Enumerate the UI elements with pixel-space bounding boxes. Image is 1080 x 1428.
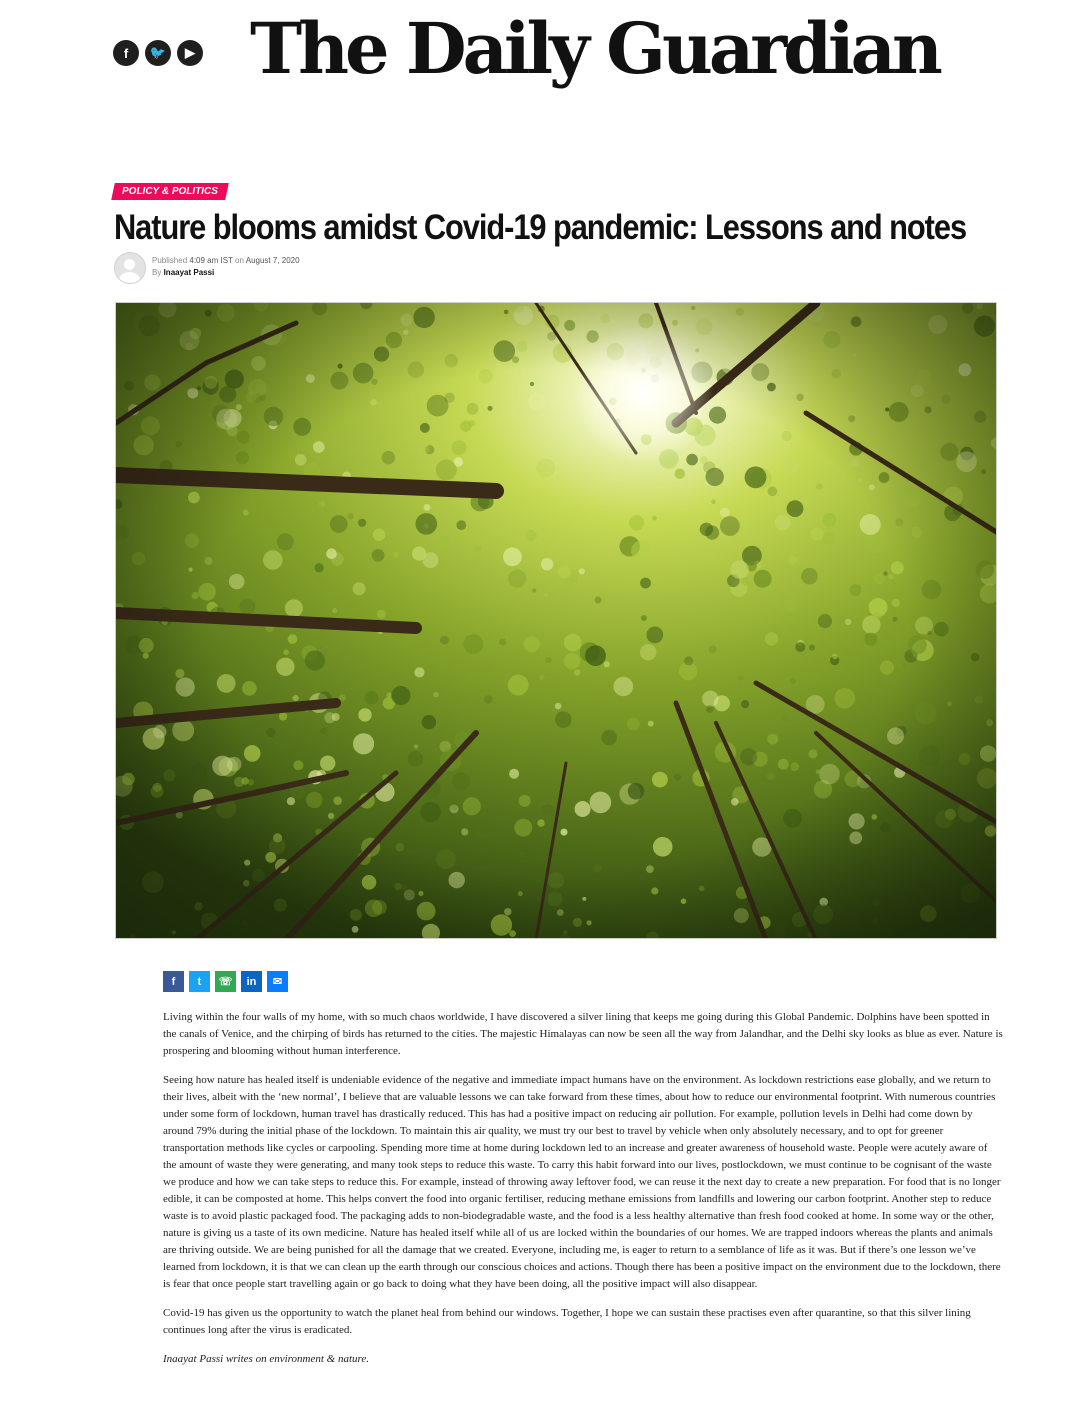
author-avatar[interactable] — [114, 252, 146, 284]
article-title: Nature blooms amidst Covid-19 pandemic: … — [114, 208, 967, 247]
share-buttons: f t ☏ in ✉ — [163, 971, 288, 992]
messenger-share-icon[interactable]: ✉ — [267, 971, 288, 992]
publish-date: August 7, 2020 — [245, 256, 300, 265]
twitter-icon[interactable]: 🐦 — [145, 40, 171, 66]
twitter-share-icon[interactable]: t — [189, 971, 210, 992]
article-body: Living within the four walls of my home,… — [163, 1009, 1003, 1380]
author-line: By Inaayat Passi — [152, 268, 215, 277]
linkedin-share-icon[interactable]: in — [241, 971, 262, 992]
site-logo[interactable]: The Daily Guardian — [250, 4, 943, 94]
facebook-share-icon[interactable]: f — [163, 971, 184, 992]
article-meta: Published 4:09 am IST on August 7, 2020 … — [152, 255, 300, 279]
header-social-links: f 🐦 ▶ — [113, 40, 203, 66]
facebook-icon[interactable]: f — [113, 40, 139, 66]
whatsapp-share-icon[interactable]: ☏ — [215, 971, 236, 992]
paragraph: Covid-19 has given us the opportunity to… — [163, 1307, 971, 1336]
youtube-icon[interactable]: ▶ — [177, 40, 203, 66]
hero-image — [115, 302, 997, 939]
publish-time: 4:09 am IST — [189, 256, 233, 265]
paragraph: Living within the four walls of my home,… — [163, 1011, 1003, 1057]
published-line: Published 4:09 am IST on August 7, 2020 — [152, 256, 300, 265]
category-label: POLICY & POLITICS — [122, 186, 218, 197]
paragraph: Seeing how nature has healed itself is u… — [163, 1074, 1001, 1290]
author-link[interactable]: Inaayat Passi — [164, 268, 215, 277]
author-byline: Inaayat Passi writes on environment & na… — [163, 1353, 370, 1365]
category-badge[interactable]: POLICY & POLITICS — [111, 183, 229, 200]
forest-canopy-image — [116, 303, 996, 938]
